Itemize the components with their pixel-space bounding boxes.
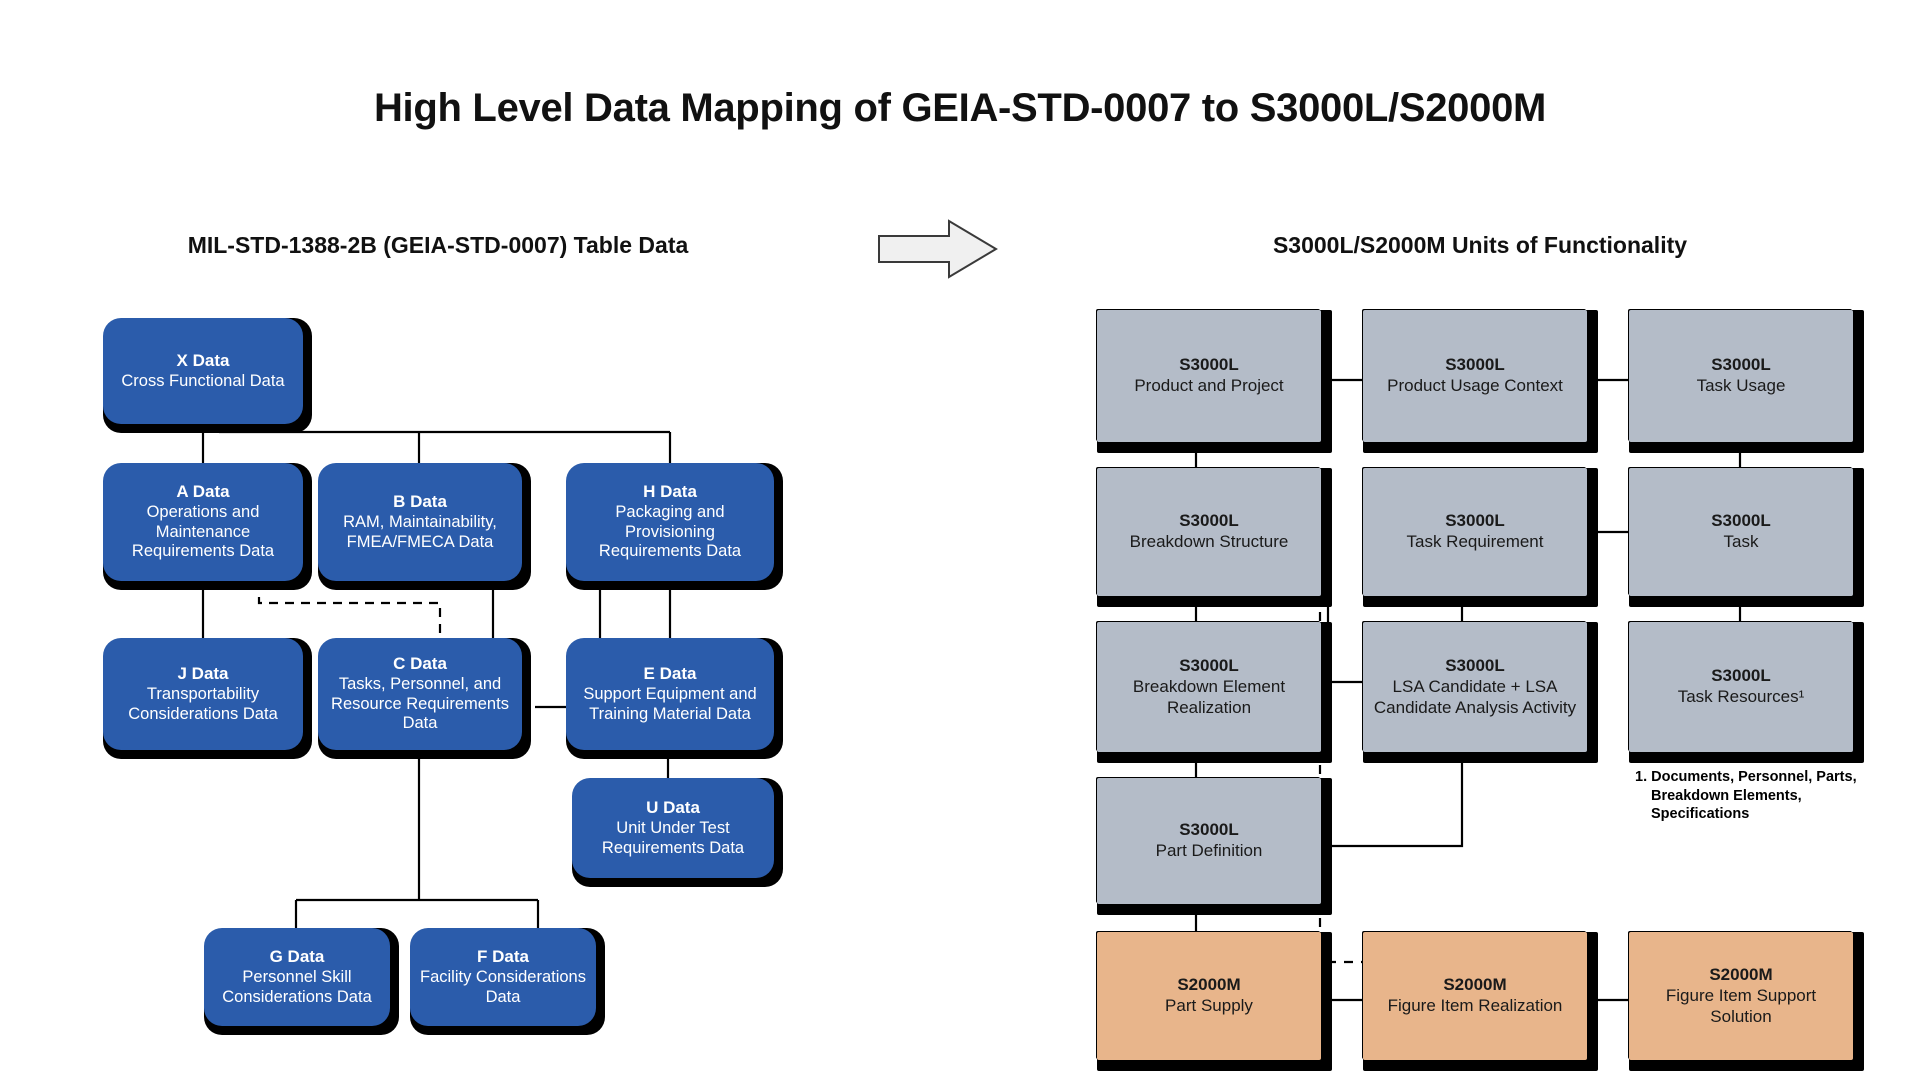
maps-to-arrow-icon <box>878 219 998 279</box>
node-s3000l-product-usage-context[interactable]: S3000L Product Usage Context <box>1363 310 1587 442</box>
node-s2000m-figure-item-realization[interactable]: S2000M Figure Item Realization <box>1363 932 1587 1060</box>
node-s2000m-part-supply[interactable]: S2000M Part Supply <box>1097 932 1321 1060</box>
node-title: S2000M <box>1177 975 1241 995</box>
node-desc: Figure Item Realization <box>1387 996 1563 1016</box>
node-title: S3000L <box>1445 511 1505 531</box>
node-s3000l-task-resources[interactable]: S3000L Task Resources¹ <box>1629 622 1853 752</box>
node-j-data[interactable]: J Data Transportability Considerations D… <box>103 638 303 750</box>
node-title: S3000L <box>1711 666 1771 686</box>
node-c-data[interactable]: C Data Tasks, Personnel, and Resource Re… <box>318 638 522 750</box>
node-desc: Tasks, Personnel, and Resource Requireme… <box>331 674 509 733</box>
node-desc: Task Usage <box>1696 376 1786 396</box>
node-title: E Data <box>643 663 697 683</box>
node-desc: Operations and Maintenance Requirements … <box>131 502 275 561</box>
node-a-data[interactable]: A Data Operations and Maintenance Requir… <box>103 463 303 581</box>
node-desc: LSA Candidate + LSA Candidate Analysis A… <box>1373 677 1577 717</box>
node-desc: Facility Considerations Data <box>420 967 586 1006</box>
node-desc: Task Requirement <box>1406 532 1544 552</box>
node-s3000l-task-usage[interactable]: S3000L Task Usage <box>1629 310 1853 442</box>
node-s3000l-breakdown-element-realization[interactable]: S3000L Breakdown Element Realization <box>1097 622 1321 752</box>
node-s3000l-breakdown-structure[interactable]: S3000L Breakdown Structure <box>1097 468 1321 596</box>
node-title: H Data <box>643 481 697 501</box>
node-desc: RAM, Maintainability, FMEA/FMECA Data <box>343 512 497 551</box>
node-desc: Breakdown Element Realization <box>1132 677 1286 717</box>
node-title: B Data <box>393 491 447 511</box>
node-title: A Data <box>176 481 230 501</box>
node-title: J Data <box>177 663 229 683</box>
node-desc: Unit Under Test Requirements Data <box>601 818 745 857</box>
page-title: High Level Data Mapping of GEIA-STD-0007… <box>373 86 1547 130</box>
node-title: C Data <box>393 653 447 673</box>
node-desc: Product Usage Context <box>1387 376 1563 396</box>
node-desc: Packaging and Provisioning Requirements … <box>598 502 742 561</box>
node-title: S3000L <box>1179 656 1239 676</box>
right-column-heading: S3000L/S2000M Units of Functionality <box>1272 232 1688 258</box>
node-desc: Part Supply <box>1165 996 1253 1016</box>
node-f-data[interactable]: F Data Facility Considerations Data <box>410 928 596 1026</box>
node-s2000m-figure-item-support-solution[interactable]: S2000M Figure Item Support Solution <box>1629 932 1853 1060</box>
node-desc: Product and Project <box>1134 376 1284 396</box>
node-desc: Task <box>1723 532 1759 552</box>
node-title: U Data <box>646 797 700 817</box>
task-resources-footnote: 1. Documents, Personnel, Parts, Breakdow… <box>1635 769 1857 823</box>
node-title: S3000L <box>1445 355 1505 375</box>
node-e-data[interactable]: E Data Support Equipment and Training Ma… <box>566 638 774 750</box>
diagram-canvas: High Level Data Mapping of GEIA-STD-0007… <box>0 0 1920 1080</box>
left-column-heading: MIL-STD-1388-2B (GEIA-STD-0007) Table Da… <box>187 232 689 258</box>
node-s3000l-lsa-candidate[interactable]: S3000L LSA Candidate + LSA Candidate Ana… <box>1363 622 1587 752</box>
node-title: S3000L <box>1179 511 1239 531</box>
node-desc: Figure Item Support Solution <box>1665 986 1817 1026</box>
node-s3000l-task-requirement[interactable]: S3000L Task Requirement <box>1363 468 1587 596</box>
node-h-data[interactable]: H Data Packaging and Provisioning Requir… <box>566 463 774 581</box>
node-title: S2000M <box>1443 975 1507 995</box>
node-g-data[interactable]: G Data Personnel Skill Considerations Da… <box>204 928 390 1026</box>
node-title: S3000L <box>1179 820 1239 840</box>
node-x-data[interactable]: X Data Cross Functional Data <box>103 318 303 424</box>
node-desc: Task Resources¹ <box>1677 687 1805 707</box>
node-s3000l-product-and-project[interactable]: S3000L Product and Project <box>1097 310 1321 442</box>
node-title: S3000L <box>1179 355 1239 375</box>
node-u-data[interactable]: U Data Unit Under Test Requirements Data <box>572 778 774 878</box>
node-title: X Data <box>176 350 230 370</box>
node-s3000l-part-definition[interactable]: S3000L Part Definition <box>1097 778 1321 904</box>
node-b-data[interactable]: B Data RAM, Maintainability, FMEA/FMECA … <box>318 463 522 581</box>
node-title: F Data <box>477 946 529 966</box>
node-desc: Part Definition <box>1155 841 1263 861</box>
node-title: G Data <box>269 946 325 966</box>
node-title: S3000L <box>1445 656 1505 676</box>
node-s3000l-task[interactable]: S3000L Task <box>1629 468 1853 596</box>
node-desc: Transportability Considerations Data <box>128 684 278 723</box>
node-desc: Personnel Skill Considerations Data <box>222 967 372 1006</box>
node-desc: Cross Functional Data <box>121 371 285 390</box>
node-desc: Support Equipment and Training Material … <box>583 684 757 723</box>
node-title: S2000M <box>1709 965 1773 985</box>
node-desc: Breakdown Structure <box>1129 532 1289 552</box>
node-title: S3000L <box>1711 355 1771 375</box>
node-title: S3000L <box>1711 511 1771 531</box>
